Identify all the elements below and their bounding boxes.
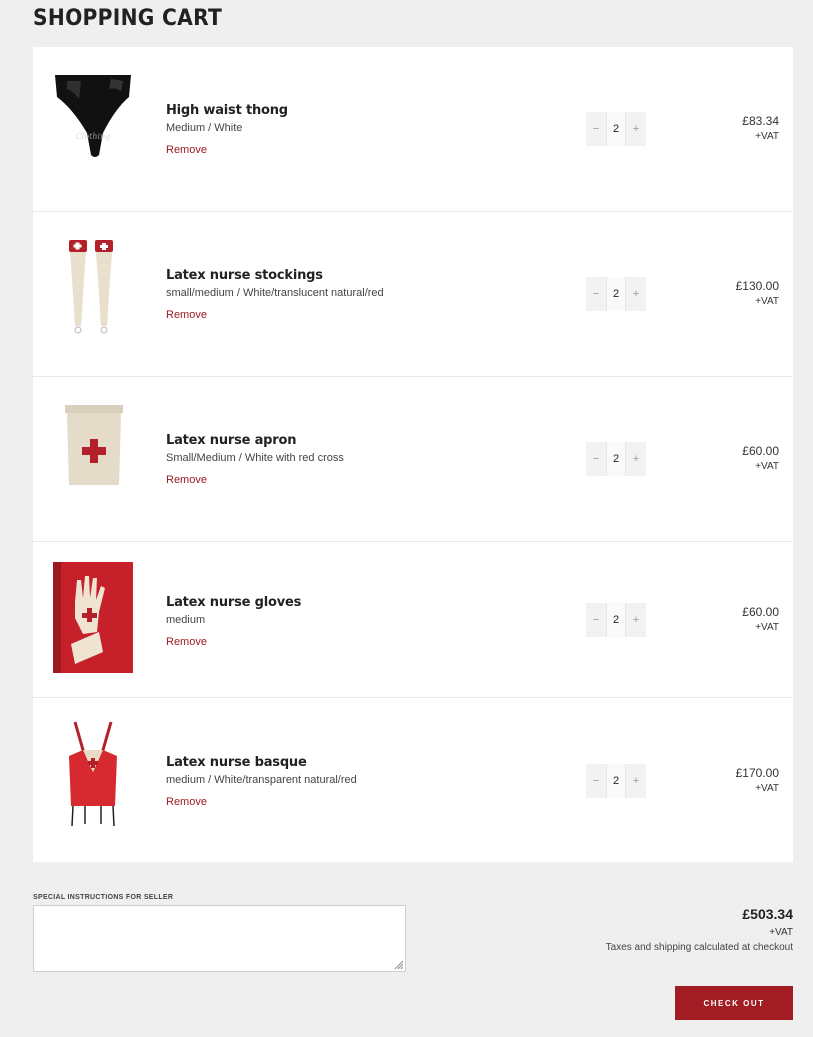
decrease-quantity-button[interactable]: − (586, 112, 606, 146)
resize-grip-icon[interactable] (393, 959, 403, 969)
item-name[interactable]: Latex nurse gloves (166, 595, 301, 610)
item-vat-note: +VAT (755, 783, 779, 794)
item-price: £170.00 (735, 766, 779, 780)
quantity-stepper[interactable]: − 2 + (586, 442, 646, 476)
item-price: £130.00 (735, 279, 779, 293)
item-variant: Small/Medium / White with red cross (166, 452, 344, 464)
special-instructions-label: SPECIAL INSTRUCTIONS FOR SELLER (33, 894, 174, 901)
quantity-value[interactable]: 2 (606, 277, 626, 311)
remove-link[interactable]: Remove (166, 144, 207, 156)
quantity-value[interactable]: 2 (606, 442, 626, 476)
cart-item-row: Latex nurse stockings small/medium / Whi… (33, 212, 793, 377)
quantity-value[interactable]: 2 (606, 112, 626, 146)
remove-link[interactable]: Remove (166, 796, 207, 808)
decrease-quantity-button[interactable]: − (586, 603, 606, 637)
quantity-value[interactable]: 2 (606, 764, 626, 798)
item-name[interactable]: Latex nurse apron (166, 433, 344, 448)
page-title: SHOPPING CART (33, 6, 223, 31)
item-variant: medium (166, 614, 206, 626)
special-instructions-textarea[interactable] (33, 905, 406, 972)
increase-quantity-button[interactable]: + (626, 603, 646, 637)
black-thong-image[interactable]: Clothing (51, 69, 135, 181)
cart-totals: £503.34 +VAT Taxes and shipping calculat… (606, 906, 793, 953)
quantity-stepper[interactable]: − 2 + (586, 112, 646, 146)
item-vat-note: +VAT (755, 622, 779, 633)
remove-link[interactable]: Remove (166, 309, 207, 321)
item-variant: Medium / White (166, 122, 243, 134)
item-name[interactable]: Latex nurse stockings (166, 268, 384, 283)
increase-quantity-button[interactable]: + (626, 112, 646, 146)
increase-quantity-button[interactable]: + (626, 442, 646, 476)
item-vat-note: +VAT (755, 461, 779, 472)
increase-quantity-button[interactable]: + (626, 277, 646, 311)
decrease-quantity-button[interactable]: − (586, 764, 606, 798)
nurse-apron-image[interactable] (51, 403, 135, 515)
cart-item-row: Latex nurse apron Small/Medium / White w… (33, 377, 793, 542)
shipping-note: Taxes and shipping calculated at checkou… (605, 942, 793, 953)
item-price: £60.00 (742, 444, 779, 458)
decrease-quantity-button[interactable]: − (586, 277, 606, 311)
item-name[interactable]: High waist thong (166, 103, 288, 118)
cart-item-row: Latex nurse gloves medium Remove − 2 + £… (33, 542, 793, 698)
nurse-basque-image[interactable] (51, 720, 135, 832)
item-price: £83.34 (742, 114, 779, 128)
nurse-gloves-image[interactable] (53, 562, 133, 673)
subtotal-price: £503.34 (742, 906, 793, 922)
cart-item-row: Clothing High waist thong Medium / White… (33, 47, 793, 212)
item-variant: medium / White/transparent natural/red (166, 774, 357, 786)
item-name[interactable]: Latex nurse basque (166, 755, 357, 770)
cart-item-row: Latex nurse basque medium / White/transp… (33, 698, 793, 863)
item-price: £60.00 (742, 605, 779, 619)
cart-items-panel: Clothing High waist thong Medium / White… (33, 47, 793, 862)
quantity-value[interactable]: 2 (606, 603, 626, 637)
item-vat-note: +VAT (755, 131, 779, 142)
quantity-stepper[interactable]: − 2 + (586, 603, 646, 637)
quantity-stepper[interactable]: − 2 + (586, 277, 646, 311)
checkout-button[interactable]: CHECK OUT (675, 986, 793, 1020)
svg-text:Clothing: Clothing (76, 132, 111, 141)
subtotal-vat-note: +VAT (769, 927, 793, 938)
increase-quantity-button[interactable]: + (626, 764, 646, 798)
item-variant: small/medium / White/translucent natural… (166, 287, 384, 299)
remove-link[interactable]: Remove (166, 474, 207, 486)
remove-link[interactable]: Remove (166, 636, 207, 648)
decrease-quantity-button[interactable]: − (586, 442, 606, 476)
quantity-stepper[interactable]: − 2 + (586, 764, 646, 798)
nurse-stockings-image[interactable] (51, 234, 135, 346)
item-vat-note: +VAT (755, 296, 779, 307)
